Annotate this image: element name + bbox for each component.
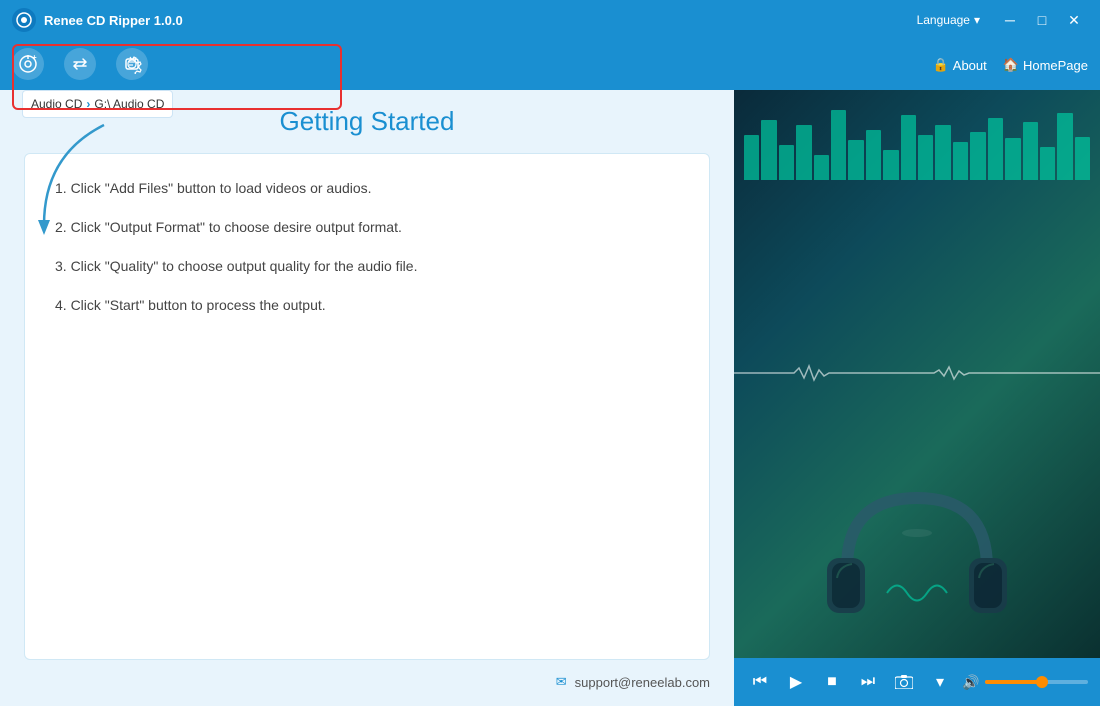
left-panel: Getting Started 1. Click "Add Files" but… bbox=[0, 90, 734, 706]
right-panel: ⏮ ▶ ■ ⏭ ▾ 🔊 bbox=[734, 90, 1100, 706]
app-title: Renee CD Ripper 1.0.0 bbox=[44, 13, 917, 28]
email-icon: ✉ bbox=[556, 674, 567, 690]
eq-bar bbox=[831, 110, 846, 180]
stop-button[interactable]: ■ bbox=[818, 668, 846, 696]
eq-bar bbox=[779, 145, 794, 180]
eq-bar bbox=[1040, 147, 1055, 180]
eq-bar bbox=[953, 142, 968, 180]
lock-icon: 🔒 bbox=[933, 57, 949, 73]
eq-bar bbox=[1057, 113, 1072, 180]
media-visual bbox=[734, 90, 1100, 658]
volume-slider[interactable]: 🔊 bbox=[962, 674, 1088, 691]
app-logo bbox=[12, 8, 36, 32]
eq-bar bbox=[744, 135, 759, 180]
breadcrumb-dest: G:\ Audio CD bbox=[94, 97, 164, 111]
skip-forward-button[interactable]: ⏭ bbox=[854, 668, 882, 696]
content-area: Getting Started 1. Click "Add Files" but… bbox=[0, 90, 1100, 706]
instruction-3: 3. Click "Quality" to choose output qual… bbox=[55, 256, 679, 277]
breadcrumb-source: Audio CD bbox=[31, 97, 82, 111]
media-controls: ⏮ ▶ ■ ⏭ ▾ 🔊 bbox=[734, 658, 1100, 706]
svg-text:+: + bbox=[32, 54, 37, 62]
eq-bar bbox=[883, 150, 898, 180]
navbar: + bbox=[0, 40, 1100, 90]
home-icon: 🏠 bbox=[1003, 57, 1019, 73]
instruction-2: 2. Click "Output Format" to choose desir… bbox=[55, 217, 679, 238]
language-selector[interactable]: Language ▾ bbox=[917, 13, 980, 27]
convert-button[interactable] bbox=[64, 48, 96, 82]
settings-button[interactable] bbox=[116, 48, 148, 82]
volume-thumb[interactable] bbox=[1036, 676, 1048, 688]
eq-bar bbox=[848, 140, 863, 180]
convert-icon bbox=[64, 48, 96, 80]
close-button[interactable]: ✕ bbox=[1060, 6, 1088, 34]
eq-bar bbox=[970, 132, 985, 180]
snapshot-button[interactable] bbox=[890, 668, 918, 696]
eq-bar bbox=[901, 115, 916, 180]
navbar-right: 🔒 About 🏠 HomePage bbox=[933, 57, 1088, 73]
add-cd-icon: + bbox=[12, 48, 44, 80]
email-row: ✉ support@reneelab.com bbox=[24, 674, 710, 690]
support-email: support@reneelab.com bbox=[575, 675, 710, 690]
app-wrapper: Renee CD Ripper 1.0.0 Language ▾ ─ □ ✕ + bbox=[0, 0, 1100, 706]
instruction-4: 4. Click "Start" button to process the o… bbox=[55, 295, 679, 316]
instructions-box: 1. Click "Add Files" button to load vide… bbox=[24, 153, 710, 660]
eq-bar bbox=[935, 125, 950, 180]
headphones-image bbox=[817, 478, 1017, 638]
settings-icon bbox=[116, 48, 148, 80]
instruction-1: 1. Click "Add Files" button to load vide… bbox=[55, 178, 679, 199]
homepage-link[interactable]: 🏠 HomePage bbox=[1003, 57, 1088, 73]
navbar-left: + bbox=[12, 48, 148, 82]
eq-bar bbox=[918, 135, 933, 180]
eq-bar bbox=[814, 155, 829, 180]
eq-bar bbox=[988, 118, 1003, 180]
maximize-button[interactable]: □ bbox=[1028, 6, 1056, 34]
add-cd-button[interactable]: + bbox=[12, 48, 44, 82]
minimize-button[interactable]: ─ bbox=[996, 6, 1024, 34]
volume-track[interactable] bbox=[985, 680, 1088, 684]
volume-fill bbox=[985, 680, 1041, 684]
about-link[interactable]: 🔒 About bbox=[933, 57, 987, 73]
skip-back-button[interactable]: ⏮ bbox=[746, 668, 774, 696]
eq-bar bbox=[1075, 137, 1090, 180]
eq-bar bbox=[1023, 122, 1038, 180]
eq-bar bbox=[1005, 138, 1020, 180]
breadcrumb-separator: › bbox=[86, 97, 90, 111]
eq-bar bbox=[761, 120, 776, 180]
left-inner: Getting Started 1. Click "Add Files" but… bbox=[0, 90, 734, 706]
language-dropdown-icon: ▾ bbox=[974, 13, 980, 27]
titlebar: Renee CD Ripper 1.0.0 Language ▾ ─ □ ✕ bbox=[0, 0, 1100, 40]
waveform bbox=[734, 363, 1100, 383]
breadcrumb: Audio CD › G:\ Audio CD bbox=[22, 90, 173, 118]
eq-bar bbox=[796, 125, 811, 180]
equalizer-bars bbox=[734, 100, 1100, 180]
play-button[interactable]: ▶ bbox=[782, 668, 810, 696]
more-button[interactable]: ▾ bbox=[926, 668, 954, 696]
volume-icon: 🔊 bbox=[962, 674, 979, 691]
eq-bar bbox=[866, 130, 881, 180]
titlebar-controls: Language ▾ ─ □ ✕ bbox=[917, 6, 1088, 34]
